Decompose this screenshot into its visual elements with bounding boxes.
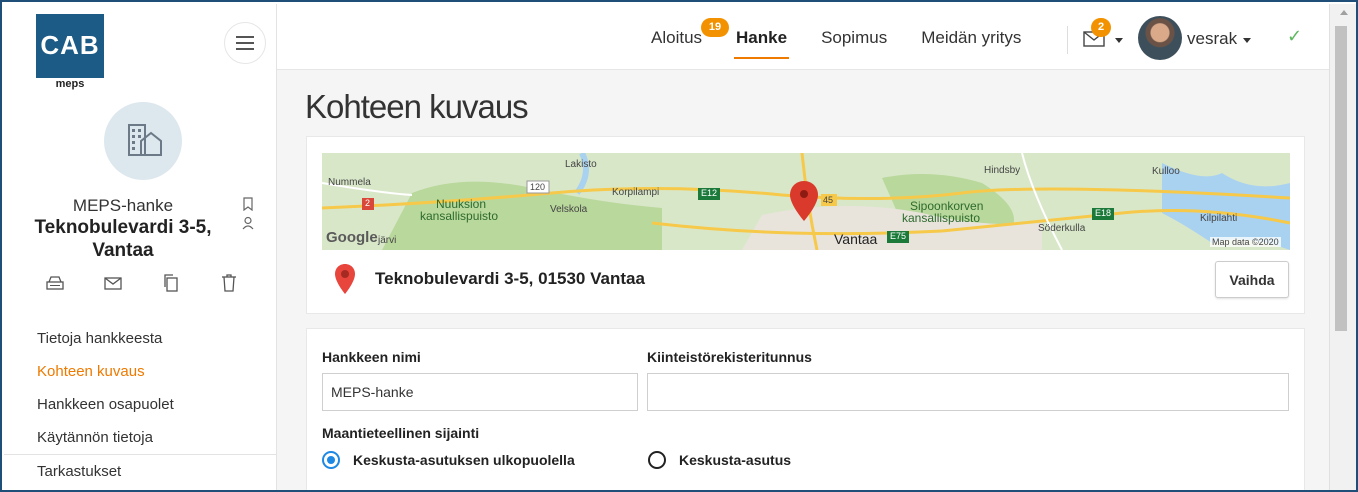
map-label: kansallispuisto bbox=[420, 209, 499, 223]
map-label: Korpilampi bbox=[612, 187, 660, 198]
sidebar-item-kaytannon-tietoja[interactable]: Käytännön tietoja bbox=[4, 421, 277, 454]
road-shield-label: 45 bbox=[823, 195, 834, 205]
map-label: Hindsby bbox=[984, 165, 1021, 176]
tab-meidan-yritys[interactable]: Meidän yritys bbox=[921, 28, 1021, 54]
sidebar-item-tarkastukset[interactable]: Tarkastukset bbox=[4, 454, 277, 487]
bookmark-icon[interactable] bbox=[242, 197, 254, 211]
tab-sopimus[interactable]: Sopimus bbox=[821, 28, 887, 54]
project-address: Teknobulevardi 3-5, Vantaa bbox=[4, 216, 242, 262]
road-shield-label: 2 bbox=[365, 198, 371, 208]
cab-logo[interactable]: CAB bbox=[36, 14, 104, 78]
registry-id-input[interactable] bbox=[647, 373, 1289, 411]
tab-aloitus[interactable]: Aloitus bbox=[651, 28, 702, 54]
radio-center-label[interactable]: Keskusta-asutus bbox=[679, 452, 791, 468]
messages-badge: 2 bbox=[1091, 18, 1111, 37]
sidebar: CAB meps MEPS-hanke Teknobulevardi 3-5, … bbox=[4, 4, 277, 490]
main-content: Kohteen kuvaus Lakisto Nummela Nuuksion … bbox=[277, 70, 1329, 490]
sidebar-item-hankkeen-osapuolet[interactable]: Hankkeen osapuolet bbox=[4, 388, 277, 421]
messages-caret-icon[interactable] bbox=[1115, 38, 1123, 43]
header-divider bbox=[1067, 26, 1068, 54]
road-shield-label: E12 bbox=[701, 188, 718, 198]
user-avatar[interactable] bbox=[1138, 16, 1182, 60]
map-label: Lakisto bbox=[565, 159, 597, 170]
project-name-label: Hankkeen nimi bbox=[322, 349, 421, 365]
aloitus-notification-badge: 19 bbox=[701, 18, 729, 37]
project-name-input[interactable] bbox=[322, 373, 638, 411]
top-header: Aloitus Hanke Sopimus Meidän yritys 19 2… bbox=[277, 4, 1329, 70]
person-icon[interactable] bbox=[242, 216, 254, 230]
vertical-scrollbar[interactable] bbox=[1329, 4, 1356, 490]
hamburger-menu-button[interactable] bbox=[224, 22, 266, 64]
location-pin-icon bbox=[335, 264, 355, 294]
map-label: Nummela bbox=[328, 177, 371, 188]
map-label: Söderkulla bbox=[1038, 223, 1086, 234]
check-icon: ✓ bbox=[1287, 26, 1303, 46]
location-map[interactable]: Lakisto Nummela Nuuksion kansallispuisto… bbox=[322, 153, 1290, 250]
map-label: Velskola bbox=[550, 204, 588, 215]
project-details-card: Hankkeen nimi Kiinteistörekisteritunnus … bbox=[306, 328, 1305, 490]
sidebar-nav: Tietoja hankkeesta Kohteen kuvaus Hankke… bbox=[4, 322, 277, 487]
building-icon bbox=[128, 124, 162, 156]
page-title: Kohteen kuvaus bbox=[305, 88, 529, 125]
map-label: järvi bbox=[378, 235, 397, 246]
registry-id-label: Kiinteistörekisteritunnus bbox=[647, 349, 812, 365]
location-address: Teknobulevardi 3-5, 01530 Vantaa bbox=[375, 269, 645, 288]
radio-center[interactable] bbox=[648, 451, 666, 469]
map-attribution: Map data ©2020 bbox=[1210, 237, 1281, 247]
change-location-button[interactable]: Vaihda bbox=[1215, 261, 1289, 298]
user-menu-caret-icon[interactable] bbox=[1243, 38, 1251, 43]
project-avatar bbox=[104, 102, 182, 180]
drive-icon[interactable] bbox=[44, 272, 66, 294]
project-actions bbox=[44, 272, 240, 294]
road-shield-label: E75 bbox=[890, 231, 907, 241]
project-address-line2: Vantaa bbox=[92, 240, 154, 261]
mail-icon[interactable] bbox=[102, 272, 124, 294]
sidebar-item-tietoja-hankkeesta[interactable]: Tietoja hankkeesta bbox=[4, 322, 277, 355]
sidebar-item-kohteen-kuvaus[interactable]: Kohteen kuvaus bbox=[4, 355, 277, 388]
tab-hanke[interactable]: Hanke bbox=[734, 28, 790, 59]
map-label: Vantaa bbox=[834, 231, 878, 247]
radio-outside-center[interactable] bbox=[322, 451, 340, 469]
app-frame: CAB meps MEPS-hanke Teknobulevardi 3-5, … bbox=[0, 0, 1358, 492]
google-logo[interactable]: Google bbox=[326, 229, 378, 246]
logo-text: CAB bbox=[40, 30, 100, 60]
project-name: MEPS-hanke bbox=[72, 196, 174, 215]
username[interactable]: vesrak bbox=[1187, 29, 1237, 49]
map-label: kansallispuisto bbox=[902, 211, 981, 225]
logo-subtitle: meps bbox=[55, 78, 85, 90]
road-shield-label: 120 bbox=[530, 182, 546, 192]
radio-outside-center-label[interactable]: Keskusta-asutuksen ulkopuolella bbox=[353, 452, 575, 468]
road-shield-label: E18 bbox=[1095, 208, 1112, 218]
project-address-line1: Teknobulevardi 3-5, bbox=[34, 217, 212, 238]
scrollbar-thumb[interactable] bbox=[1335, 26, 1347, 331]
map-label: Kulloo bbox=[1152, 166, 1180, 177]
scroll-up-arrow-icon[interactable] bbox=[1340, 10, 1348, 15]
hamburger-icon bbox=[236, 42, 254, 44]
map-label: Kilpilahti bbox=[1200, 213, 1238, 224]
location-card: Lakisto Nummela Nuuksion kansallispuisto… bbox=[306, 136, 1305, 314]
location-type-label: Maantieteellinen sijainti bbox=[322, 425, 480, 441]
trash-icon[interactable] bbox=[218, 272, 240, 294]
copy-icon[interactable] bbox=[160, 272, 182, 294]
